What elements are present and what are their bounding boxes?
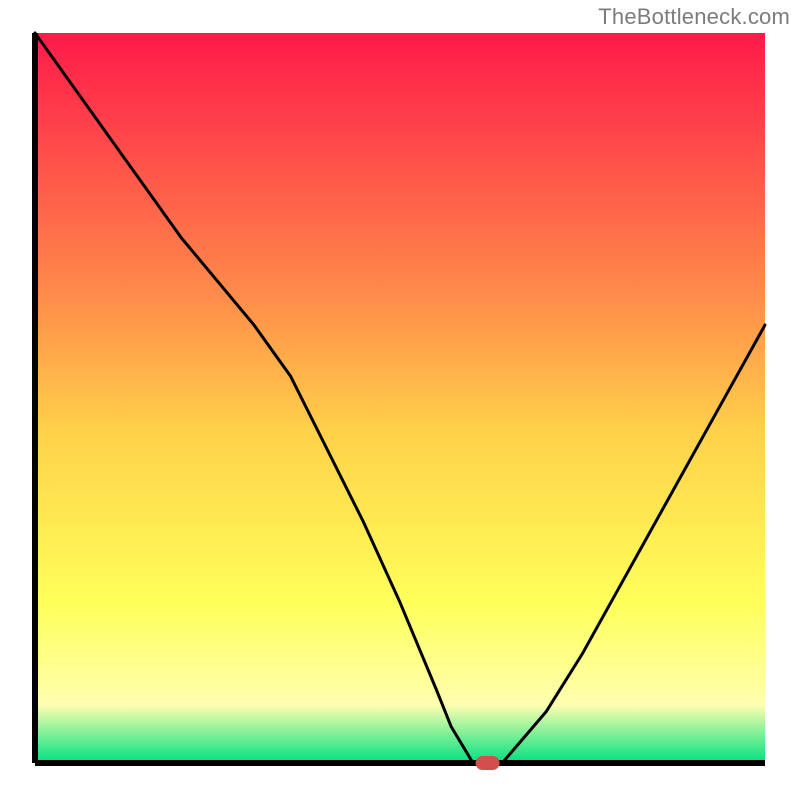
plot-background <box>35 33 765 763</box>
optimal-marker <box>476 756 500 770</box>
bottleneck-chart <box>0 0 800 800</box>
